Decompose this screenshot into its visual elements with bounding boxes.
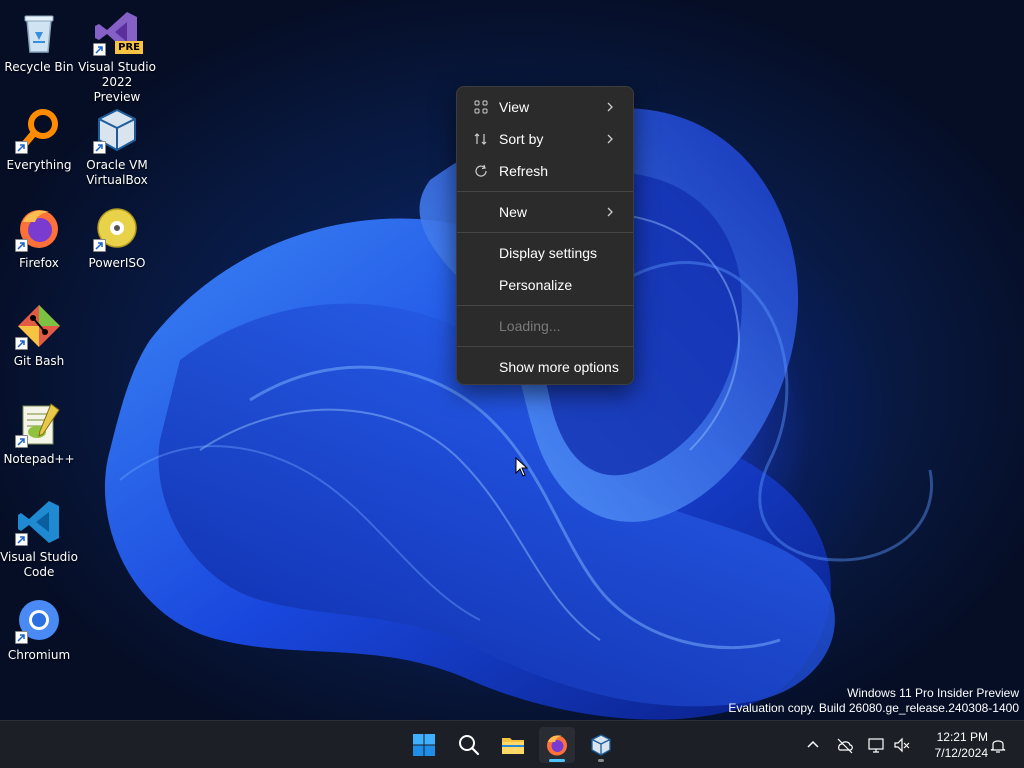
menu-separator — [457, 232, 633, 233]
visual-studio-icon: PRE — [93, 8, 143, 56]
evaluation-watermark: Windows 11 Pro Insider Preview Evaluatio… — [728, 686, 1019, 716]
desktop-icon-label: Oracle VM VirtualBox — [86, 158, 148, 187]
desktop-icon-label: Firefox — [19, 256, 59, 270]
desktop-icon-poweriso[interactable]: PowerISO — [78, 204, 156, 271]
search-button[interactable] — [451, 727, 487, 763]
virtualbox-icon — [591, 734, 611, 756]
shortcut-arrow-icon — [93, 43, 106, 56]
menu-separator — [457, 191, 633, 192]
watermark-edition: Windows 11 Pro Insider Preview — [847, 686, 1019, 700]
file-explorer-icon — [502, 738, 524, 754]
chevron-right-icon — [607, 207, 613, 217]
file-explorer-button[interactable] — [495, 727, 531, 763]
notepad-icon — [15, 400, 63, 448]
desktop-icon-label: Visual Studio Code — [0, 550, 78, 579]
chromium-icon — [15, 596, 63, 644]
notifications-button[interactable] — [988, 735, 1008, 755]
desktop-context-menu: View Sort by Refresh New Display setting… — [456, 86, 634, 385]
menu-separator — [457, 305, 633, 306]
volume-muted-icon — [894, 737, 910, 753]
onedrive-tray-button[interactable] — [835, 735, 855, 755]
desktop-icon-label: PowerISO — [88, 256, 146, 270]
desktop-icon-everything[interactable]: Everything — [0, 106, 78, 173]
taskbar-virtualbox-button[interactable] — [583, 727, 619, 763]
shortcut-arrow-icon — [15, 435, 28, 448]
search-icon — [459, 735, 480, 756]
running-indicator — [598, 759, 604, 762]
network-tray-button[interactable] — [867, 735, 887, 755]
desktop-icon-label: Recycle Bin — [4, 60, 74, 74]
desktop-icon-vscode[interactable]: Visual Studio Code — [0, 498, 78, 580]
menu-item-label: Loading... — [499, 318, 561, 334]
grid-icon — [473, 99, 489, 115]
bell-icon — [990, 740, 1006, 753]
menu-item-loading: Loading... — [461, 310, 629, 342]
start-icon — [413, 734, 435, 756]
desktop-icon-virtualbox[interactable]: Oracle VM VirtualBox — [78, 106, 156, 188]
preview-badge: PRE — [115, 41, 143, 54]
menu-item-label: Display settings — [499, 245, 598, 261]
sort-icon — [473, 131, 489, 147]
desktop-icon-label: Chromium — [7, 648, 71, 662]
firefox-icon — [15, 204, 63, 252]
desktop-icon-chromium[interactable]: Chromium — [0, 596, 78, 663]
disc-icon — [93, 204, 141, 252]
recycle-bin-icon — [15, 8, 63, 56]
clock-date: 7/12/2024 — [934, 746, 988, 760]
desktop-icon-visual-studio[interactable]: PRE Visual Studio 2022 Preview — [78, 8, 156, 105]
shortcut-arrow-icon — [15, 141, 28, 154]
shortcut-arrow-icon — [15, 631, 28, 644]
shortcut-arrow-icon — [93, 141, 106, 154]
menu-item-new[interactable]: New — [461, 196, 629, 228]
show-hidden-icons-button[interactable] — [803, 735, 823, 755]
taskbar: 12:21 PM 7/12/2024 — [0, 720, 1024, 768]
desktop-icon-label: Git Bash — [13, 354, 65, 368]
chevron-up-icon — [807, 740, 819, 748]
magnifier-orange-icon — [15, 106, 63, 154]
menu-item-refresh[interactable]: Refresh — [461, 155, 629, 187]
menu-item-personalize[interactable]: Personalize — [461, 269, 629, 301]
start-button[interactable] — [406, 727, 442, 763]
menu-item-label: Sort by — [499, 131, 544, 147]
menu-item-show-more-options[interactable]: Show more options — [461, 351, 629, 383]
menu-item-label: New — [499, 204, 528, 220]
desktop-icon-notepad-plus-plus[interactable]: Notepad++ — [0, 400, 78, 467]
shortcut-arrow-icon — [15, 533, 28, 546]
mouse-cursor-icon — [515, 457, 529, 477]
desktop-icon-label: Visual Studio 2022 Preview — [78, 60, 156, 104]
volume-tray-button[interactable] — [892, 735, 912, 755]
network-icon — [868, 738, 884, 753]
desktop-icon-firefox[interactable]: Firefox — [0, 204, 78, 271]
shortcut-arrow-icon — [15, 337, 28, 350]
menu-item-label: Refresh — [499, 163, 549, 179]
taskbar-clock[interactable]: 12:21 PM 7/12/2024 — [918, 729, 988, 761]
menu-item-label: View — [499, 99, 530, 115]
desktop-icon-recycle-bin[interactable]: Recycle Bin — [0, 8, 78, 75]
firefox-icon — [547, 735, 567, 756]
menu-item-display-settings[interactable]: Display settings — [461, 237, 629, 269]
cloud-offline-icon — [837, 738, 853, 754]
menu-item-view[interactable]: View — [461, 91, 629, 123]
shortcut-arrow-icon — [93, 239, 106, 252]
menu-separator — [457, 346, 633, 347]
git-icon — [15, 302, 63, 350]
vscode-icon — [15, 498, 63, 546]
shortcut-arrow-icon — [15, 239, 28, 252]
menu-item-label: Show more options — [499, 359, 619, 375]
watermark-build: Evaluation copy. Build 26080.ge_release.… — [728, 701, 1019, 715]
menu-item-label: Personalize — [499, 277, 573, 293]
clock-time: 12:21 PM — [936, 730, 988, 744]
virtualbox-icon — [93, 106, 141, 154]
desktop-icon-git-bash[interactable]: Git Bash — [0, 302, 78, 369]
desktop-icon-label: Everything — [6, 158, 72, 172]
chevron-right-icon — [607, 134, 613, 144]
desktop-icon-label: Notepad++ — [3, 452, 75, 466]
menu-item-sort-by[interactable]: Sort by — [461, 123, 629, 155]
refresh-icon — [473, 163, 489, 179]
taskbar-firefox-button[interactable] — [539, 727, 575, 763]
chevron-right-icon — [607, 102, 613, 112]
active-indicator — [549, 759, 565, 762]
